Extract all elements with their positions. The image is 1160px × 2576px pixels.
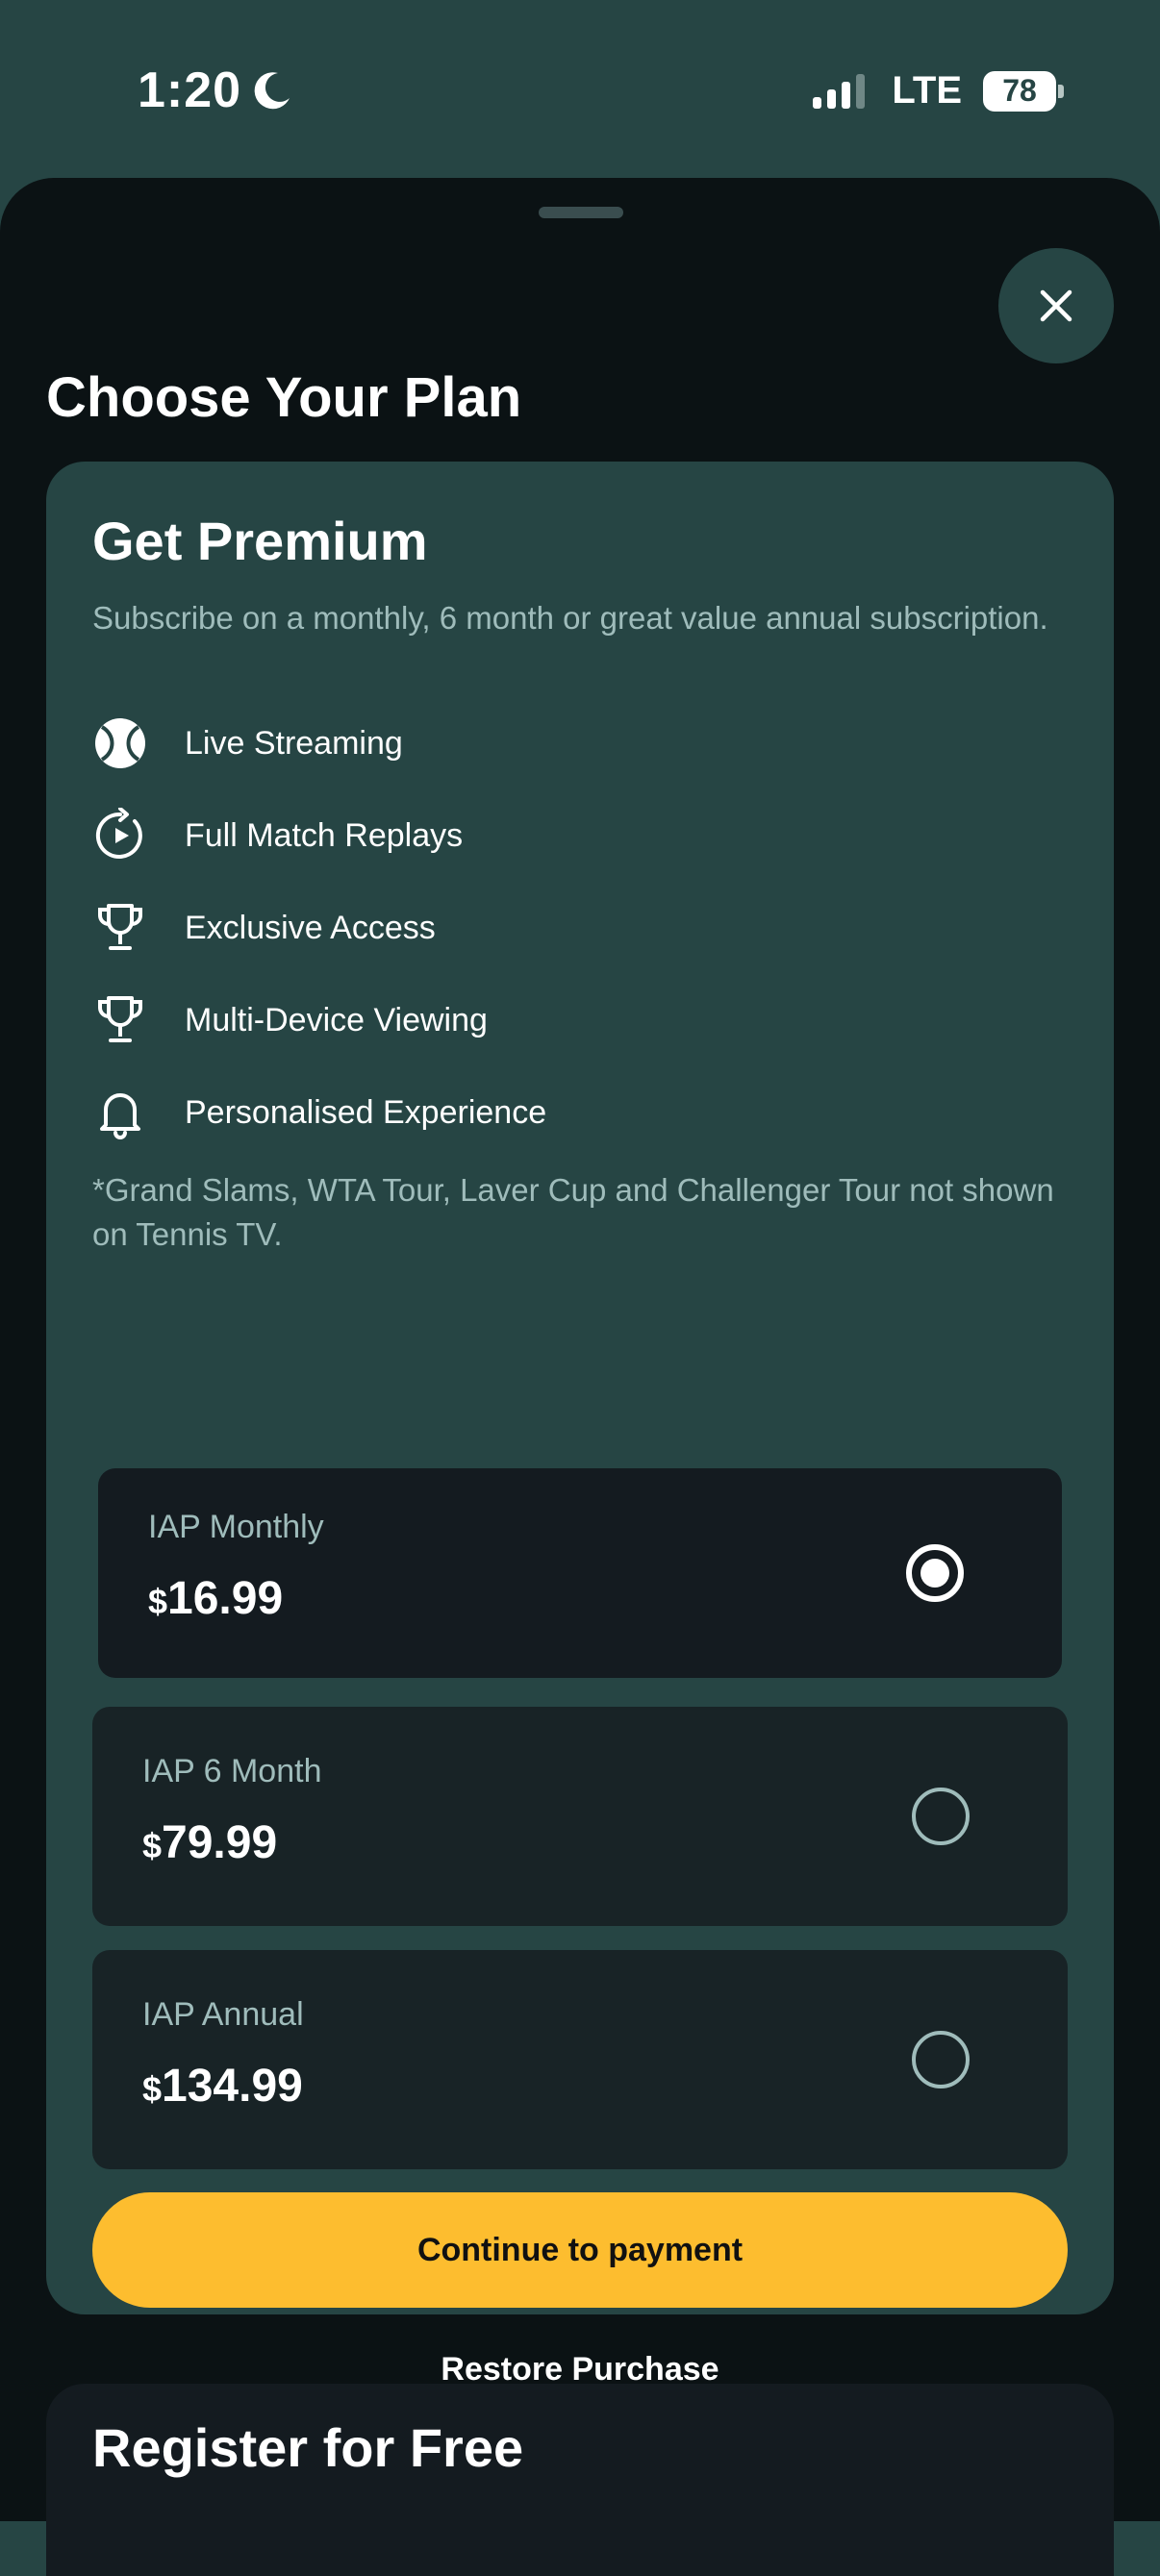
plan-sheet: Choose Your Plan Get Premium Subscribe o… (0, 178, 1160, 2576)
tennis-ball-icon (95, 718, 145, 768)
plan-option-6-month[interactable]: IAP 6 Month $79.99 (92, 1707, 1068, 1926)
battery-level: 78 (983, 70, 1056, 112)
bell-icon (100, 1093, 140, 1139)
status-bar: 1:20 LTE 78 (0, 0, 1160, 178)
feature-label: Live Streaming (185, 724, 403, 762)
plan-name: IAP Monthly (148, 1509, 324, 1545)
plan-name: IAP Annual (142, 1996, 304, 2033)
radio-selected[interactable] (906, 1544, 964, 1602)
plan-name: IAP 6 Month (142, 1753, 322, 1789)
premium-title: Get Premium (92, 511, 428, 571)
premium-card: Get Premium Subscribe on a monthly, 6 mo… (46, 462, 1114, 2388)
feature-label: Full Match Replays (185, 816, 464, 854)
signal-icon (813, 73, 866, 109)
currency-symbol: $ (142, 1826, 163, 1865)
moon-icon (254, 72, 290, 110)
radio-unselected[interactable] (912, 2031, 970, 2088)
close-icon (1040, 289, 1072, 322)
price-amount: 79.99 (162, 1817, 278, 1868)
currency-symbol: $ (142, 2069, 163, 2109)
continue-to-payment-button[interactable]: Continue to payment (92, 2192, 1068, 2308)
sheet-grabber[interactable] (539, 207, 623, 218)
feature-label: Personalised Experience (185, 1093, 547, 1131)
feature-item: Personalised Experience (92, 1066, 1054, 1159)
trophy-icon (98, 996, 142, 1042)
page-title: Choose Your Plan (46, 366, 522, 429)
feature-item: Full Match Replays (92, 789, 1054, 882)
register-card[interactable]: Register for Free (46, 2384, 1114, 2576)
feature-list: Live Streaming Full Match Replays Exclus… (92, 697, 1054, 1159)
radio-unselected[interactable] (912, 1788, 970, 1845)
close-button[interactable] (998, 248, 1114, 363)
register-title: Register for Free (92, 2417, 524, 2478)
status-indicators: LTE 78 (811, 69, 1064, 113)
price-amount: 16.99 (167, 1573, 284, 1624)
currency-symbol: $ (148, 1582, 168, 1621)
clock-text: 1:20 (138, 63, 242, 118)
feature-label: Exclusive Access (185, 909, 436, 946)
feature-item: Exclusive Access (92, 882, 1054, 974)
plan-price: $134.99 (142, 2060, 303, 2113)
price-amount: 134.99 (162, 2061, 303, 2112)
battery-icon: 78 (983, 70, 1064, 112)
feature-item: Live Streaming (92, 697, 1054, 789)
trophy-icon (98, 904, 142, 950)
premium-subtitle: Subscribe on a monthly, 6 month or great… (92, 600, 1048, 636)
feature-label: Multi-Device Viewing (185, 1001, 488, 1038)
battery-cap (1058, 84, 1064, 98)
plan-price: $79.99 (142, 1816, 277, 1869)
replay-icon (95, 808, 142, 859)
status-time: 1:20 (138, 62, 293, 119)
feature-item: Multi-Device Viewing (92, 974, 1054, 1066)
plan-option-annual[interactable]: IAP Annual $134.99 (92, 1950, 1068, 2169)
plan-option-monthly[interactable]: IAP Monthly $16.99 (98, 1468, 1062, 1678)
disclaimer: *Grand Slams, WTA Tour, Laver Cup and Ch… (92, 1172, 1054, 1252)
network-label: LTE (892, 69, 962, 112)
plan-price: $16.99 (148, 1572, 283, 1625)
